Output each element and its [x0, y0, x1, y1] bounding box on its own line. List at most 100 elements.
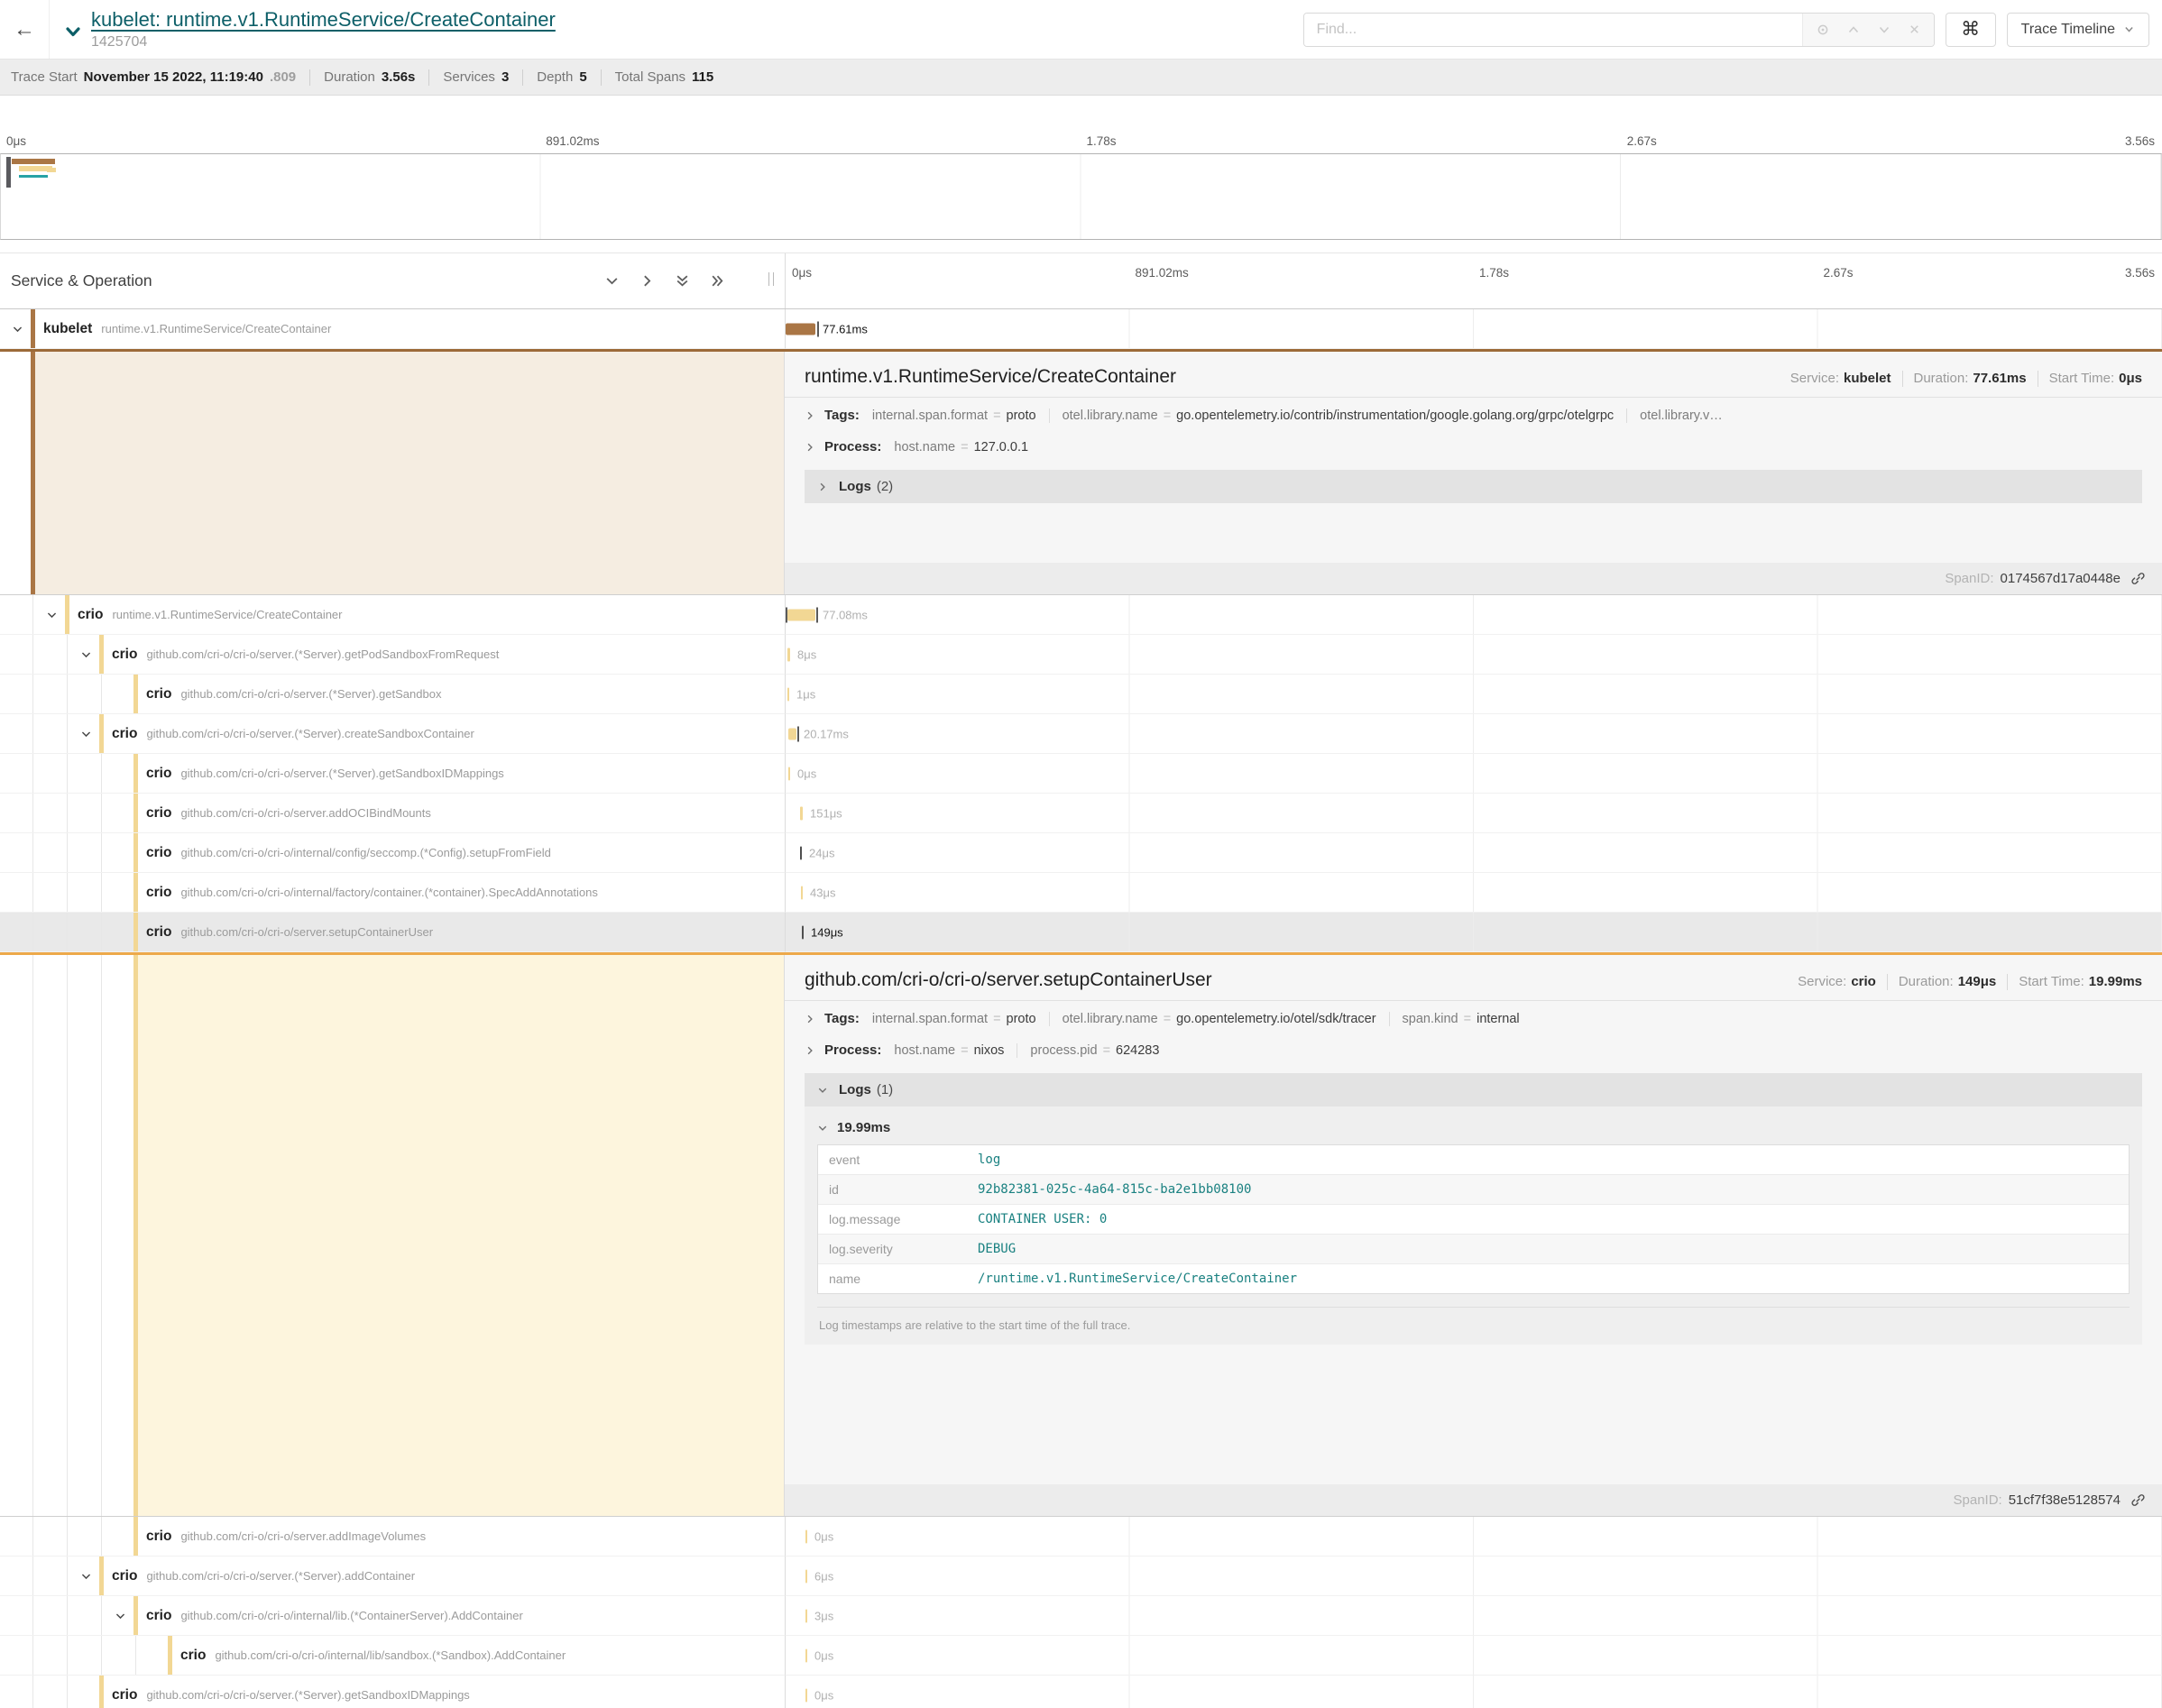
- indent-guide-line: [32, 794, 33, 832]
- span-row[interactable]: criogithub.com/cri-o/cri-o/server.(*Serv…: [0, 714, 2162, 754]
- span-timeline-cell[interactable]: 151μs: [785, 794, 2162, 833]
- equals-sign: =: [961, 440, 968, 455]
- chevron-down-icon[interactable]: [80, 728, 92, 739]
- trace-title-link[interactable]: kubelet: runtime.v1.RuntimeService/Creat…: [91, 8, 556, 32]
- span-name-cell[interactable]: crioruntime.v1.RuntimeService/CreateCont…: [0, 595, 785, 635]
- span-row[interactable]: criogithub.com/cri-o/cri-o/internal/lib/…: [0, 1636, 2162, 1676]
- span-timeline-cell[interactable]: 24μs: [785, 833, 2162, 873]
- chevron-down-icon[interactable]: [80, 1570, 92, 1582]
- span-row[interactable]: criogithub.com/cri-o/cri-o/internal/conf…: [0, 833, 2162, 873]
- span-detail-meta: Service:crioDuration:149μsStart Time:19.…: [1798, 974, 2142, 990]
- service-name: crio: [146, 1529, 171, 1545]
- span-timeline-cell[interactable]: 6μs: [785, 1556, 2162, 1596]
- span-name-cell[interactable]: criogithub.com/cri-o/cri-o/server.addOCI…: [0, 794, 785, 833]
- link-icon[interactable]: [2130, 571, 2146, 586]
- span-detail-indent-area: [0, 955, 785, 1516]
- span-name-cell[interactable]: criogithub.com/cri-o/cri-o/server.(*Serv…: [0, 754, 785, 794]
- find-input[interactable]: [1304, 14, 1802, 46]
- span-name-cell[interactable]: criogithub.com/cri-o/cri-o/server.(*Serv…: [0, 1676, 785, 1708]
- span-name-cell[interactable]: criogithub.com/cri-o/cri-o/server.setupC…: [0, 913, 785, 952]
- indent-guide-line: [32, 635, 33, 674]
- span-timeline-cell[interactable]: 43μs: [785, 873, 2162, 913]
- span-row[interactable]: criogithub.com/cri-o/cri-o/server.(*Serv…: [0, 675, 2162, 714]
- process-row[interactable]: Process:host.name=127.0.0.1: [785, 431, 2162, 463]
- span-name-cell[interactable]: criogithub.com/cri-o/cri-o/internal/conf…: [0, 833, 785, 873]
- expand-all-double-chevron-right-icon[interactable]: [710, 273, 725, 289]
- collapse-one-chevron-down-icon[interactable]: [604, 273, 620, 289]
- span-row[interactable]: criogithub.com/cri-o/cri-o/server.(*Serv…: [0, 1556, 2162, 1596]
- tag-key: span.kind: [1403, 1012, 1458, 1026]
- chevron-down-icon[interactable]: [12, 323, 23, 335]
- span-row[interactable]: criogithub.com/cri-o/cri-o/internal/lib.…: [0, 1596, 2162, 1636]
- span-row[interactable]: criogithub.com/cri-o/cri-o/server.setupC…: [0, 913, 2162, 952]
- span-name-cell[interactable]: criogithub.com/cri-o/cri-o/server.addIma…: [0, 1517, 785, 1556]
- span-row[interactable]: criogithub.com/cri-o/cri-o/server.(*Serv…: [0, 635, 2162, 675]
- span-row[interactable]: crioruntime.v1.RuntimeService/CreateCont…: [0, 595, 2162, 635]
- collapse-trace-chevron-down-icon[interactable]: [64, 23, 82, 41]
- chevron-down-icon[interactable]: [80, 648, 92, 660]
- chevron-down-icon[interactable]: [46, 609, 58, 620]
- trace-minimap[interactable]: [0, 153, 2162, 240]
- span-row[interactable]: criogithub.com/cri-o/cri-o/server.addIma…: [0, 1517, 2162, 1556]
- service-color-bar: [133, 754, 138, 793]
- back-button[interactable]: ←: [0, 0, 50, 59]
- log-entry-header[interactable]: 19.99ms: [817, 1112, 2130, 1144]
- span-row[interactable]: criogithub.com/cri-o/cri-o/internal/fact…: [0, 873, 2162, 913]
- tags-row[interactable]: Tags:internal.span.format=protootel.libr…: [785, 1003, 2162, 1034]
- span-name-cell[interactable]: criogithub.com/cri-o/cri-o/internal/lib.…: [0, 1596, 785, 1636]
- span-name: criogithub.com/cri-o/cri-o/server.(*Serv…: [0, 1568, 785, 1584]
- service-color-bar: [133, 1517, 138, 1556]
- expand-one-chevron-right-icon[interactable]: [639, 273, 655, 289]
- locate-icon[interactable]: [1816, 23, 1830, 37]
- timeline-tick-label: 0μs: [792, 266, 812, 280]
- find-next-chevron-down-icon[interactable]: [1877, 23, 1891, 37]
- collapse-all-double-chevron-down-icon[interactable]: [675, 273, 690, 289]
- operation-name: github.com/cri-o/cri-o/internal/factory/…: [180, 886, 597, 899]
- span-row[interactable]: kubeletruntime.v1.RuntimeService/CreateC…: [0, 309, 2162, 349]
- find-clear-x-icon[interactable]: [1908, 23, 1921, 36]
- span-name-cell[interactable]: criogithub.com/cri-o/cri-o/internal/lib/…: [0, 1636, 785, 1676]
- logs-section-header[interactable]: Logs(2): [805, 470, 2142, 503]
- link-icon[interactable]: [2130, 1492, 2146, 1508]
- tag-key: otel.library.name: [1063, 1012, 1158, 1026]
- logs-section-header[interactable]: Logs(1): [805, 1073, 2142, 1107]
- span-name-cell[interactable]: criogithub.com/cri-o/cri-o/server.(*Serv…: [0, 714, 785, 754]
- trace-id: 1425704: [91, 34, 556, 51]
- view-dropdown-button[interactable]: Trace Timeline: [2007, 13, 2149, 47]
- span-timeline-cell[interactable]: 0μs: [785, 1636, 2162, 1676]
- span-duration-bar: [788, 767, 790, 780]
- span-name-cell[interactable]: criogithub.com/cri-o/cri-o/internal/fact…: [0, 873, 785, 913]
- log-field-key: id: [829, 1182, 978, 1197]
- span-row[interactable]: criogithub.com/cri-o/cri-o/server.(*Serv…: [0, 1676, 2162, 1708]
- span-timeline-cell[interactable]: 0μs: [785, 754, 2162, 794]
- span-timeline-cell[interactable]: 77.61ms: [785, 309, 2162, 349]
- span-timeline-cell[interactable]: 0μs: [785, 1517, 2162, 1556]
- span-timeline-cell[interactable]: 149μs: [785, 913, 2162, 952]
- indent-guide-line: [67, 1676, 68, 1708]
- chevron-down-icon[interactable]: [115, 1610, 126, 1621]
- service-name: crio: [146, 686, 171, 702]
- span-row[interactable]: criogithub.com/cri-o/cri-o/server.(*Serv…: [0, 754, 2162, 794]
- tags-row[interactable]: Tags:internal.span.format=protootel.libr…: [785, 399, 2162, 431]
- span-name-cell[interactable]: criogithub.com/cri-o/cri-o/server.(*Serv…: [0, 1556, 785, 1596]
- span-timeline-cell[interactable]: 1μs: [785, 675, 2162, 714]
- span-name-cell[interactable]: kubeletruntime.v1.RuntimeService/CreateC…: [0, 309, 785, 349]
- span-name-cell[interactable]: criogithub.com/cri-o/cri-o/server.(*Serv…: [0, 675, 785, 714]
- span-timeline-cell[interactable]: 77.08ms: [785, 595, 2162, 635]
- span-detail-body: runtime.v1.RuntimeService/CreateContaine…: [785, 352, 2162, 594]
- span-row[interactable]: criogithub.com/cri-o/cri-o/server.addOCI…: [0, 794, 2162, 833]
- span-timeline-cell[interactable]: 8μs: [785, 635, 2162, 675]
- keyboard-shortcuts-button[interactable]: ⌘: [1946, 13, 1996, 47]
- process-row[interactable]: Process:host.name=nixosprocess.pid=62428…: [785, 1034, 2162, 1066]
- minimap-scrubber-handle[interactable]: [6, 157, 11, 188]
- tag-key: host.name: [894, 440, 955, 455]
- span-timeline-cell[interactable]: 0μs: [785, 1676, 2162, 1708]
- span-name-cell[interactable]: criogithub.com/cri-o/cri-o/server.(*Serv…: [0, 635, 785, 675]
- operation-name: github.com/cri-o/cri-o/server.(*Server).…: [180, 767, 503, 780]
- span-timeline-cell[interactable]: 3μs: [785, 1596, 2162, 1636]
- find-prev-chevron-up-icon[interactable]: [1846, 23, 1861, 37]
- tag-value: 624283: [1116, 1043, 1159, 1058]
- span-name: criogithub.com/cri-o/cri-o/server.setupC…: [0, 924, 785, 941]
- span-timeline-cell[interactable]: 20.17ms: [785, 714, 2162, 754]
- column-resize-grip[interactable]: [768, 272, 774, 286]
